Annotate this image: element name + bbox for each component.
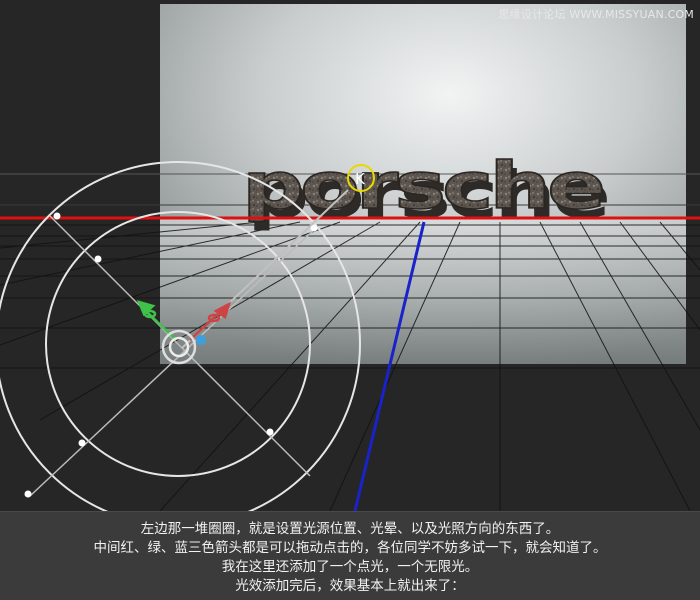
caption-line-3: 我在这里还添加了一个点光，一个无限光。 [221,559,479,575]
svg-text:K: K [355,170,366,188]
caption-line-1: 左边那一堆圈圈，就是设置光源位置、光晕、以及光照方向的东西了。 [140,521,560,537]
handle-outer-tl [53,212,61,220]
caption-line-4: 光效添加完后，效果基本上就出来了： [235,578,465,594]
handle-inner-br [266,428,274,436]
caption-panel: 左边那一堆圈圈，就是设置光源位置、光晕、以及光照方向的东西了。 中间红、绿、蓝三… [0,511,700,600]
caption-line-2: 中间红、绿、蓝三色箭头都是可以拖动点击的，各位同学不妨多试一下，就会知道了。 [93,540,607,556]
gizmo-blue-handle[interactable] [196,335,206,345]
3d-text-object[interactable]: porsche porsche [241,149,611,233]
svg-text:porsche: porsche [242,150,603,224]
scene-canvas[interactable]: porsche porsche K [0,0,700,511]
render-floor [160,218,686,364]
handle-inner-bl [78,439,86,447]
3d-viewport[interactable]: porsche porsche K 思缘设计论坛 WWW.MISSYUAN.CO… [0,0,700,511]
watermark: 思缘设计论坛 WWW.MISSYUAN.COM [498,8,694,21]
handle-outer-bl [24,490,32,498]
handle-inner-tl [94,255,102,263]
